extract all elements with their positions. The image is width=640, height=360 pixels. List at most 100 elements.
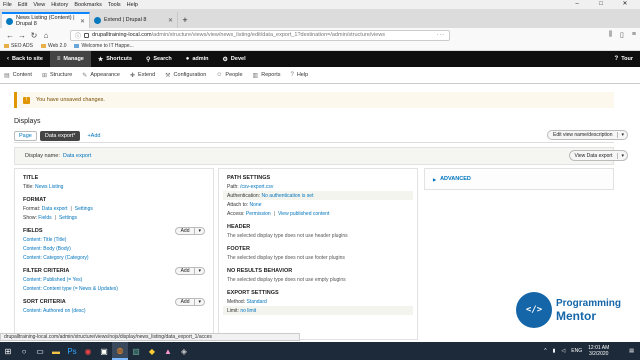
menu-bookmarks[interactable]: Bookmarks — [74, 2, 102, 8]
close-tab-icon[interactable]: ✕ — [80, 18, 85, 25]
maximize-icon[interactable]: □ — [592, 0, 610, 9]
info-icon[interactable]: ⓘ — [75, 31, 81, 40]
chevron-down-icon[interactable]: ▾ — [617, 152, 627, 159]
shortcuts-button[interactable]: ★ Shortcuts — [91, 51, 139, 67]
limit-link[interactable]: no limit — [240, 308, 256, 314]
reload-icon[interactable]: ↻ — [28, 31, 40, 40]
file-explorer-icon[interactable]: ▬ — [48, 342, 64, 360]
user-button[interactable]: ● admin — [179, 51, 216, 67]
view-data-export-button[interactable]: View Data export ▾ — [568, 150, 628, 161]
field-row: Content: Title (Title) — [23, 235, 205, 244]
display-tab-data-export[interactable]: Data export* — [39, 130, 81, 141]
bookmark-web-2[interactable]: Web 2.0 — [40, 43, 66, 49]
field-link[interactable]: Content: Body (Body) — [23, 246, 71, 252]
bookmark-seo-ads[interactable]: SEO ADS — [4, 43, 33, 49]
show-link[interactable]: Fields — [38, 215, 51, 221]
menu-reports[interactable]: ▥ Reports — [253, 72, 281, 79]
devel-button[interactable]: ⚙ Devel — [216, 51, 253, 67]
menu-configuration[interactable]: ⚒ Configuration — [165, 72, 206, 79]
no-results-empty-text: The selected display type does not use e… — [227, 276, 346, 283]
tour-button[interactable]: ? Tour — [608, 51, 640, 67]
menu-history[interactable]: History — [51, 2, 68, 8]
network-icon[interactable]: ▮ — [553, 348, 556, 354]
add-display-button[interactable]: + Add — [83, 130, 105, 141]
footer-section: FOOTER The selected display type does no… — [219, 244, 417, 262]
menu-structure[interactable]: ⊞ Structure — [42, 72, 72, 79]
menu-file[interactable]: File — [3, 2, 12, 8]
photoshop-icon[interactable]: Ps — [64, 342, 80, 360]
paintbrush-icon: ✎ — [82, 72, 88, 79]
notifications-icon[interactable]: ▤ — [629, 348, 634, 354]
menu-content[interactable]: ▤ Content — [4, 72, 32, 79]
add-filter-button[interactable]: Add ▾ — [174, 267, 205, 275]
volume-icon[interactable]: ◁ — [561, 348, 565, 354]
back-arrow-icon[interactable]: ← — [4, 31, 16, 40]
access-value-link[interactable]: View published content — [278, 211, 329, 217]
forward-arrow-icon[interactable]: → — [16, 31, 28, 40]
back-to-site-button[interactable]: ‹ Back to site — [0, 51, 50, 67]
app-icon[interactable]: ◈ — [176, 342, 192, 360]
display-name-value[interactable]: Data export — [63, 153, 91, 159]
format-settings-link[interactable]: Settings — [75, 206, 93, 212]
field-link[interactable]: Content: Title (Title) — [23, 237, 66, 243]
manage-button[interactable]: ≡ Manage — [49, 51, 91, 67]
show-settings-link[interactable]: Settings — [59, 215, 77, 221]
menu-extend[interactable]: ✚ Extend — [130, 72, 155, 79]
tray-up-arrow-icon[interactable]: ^ — [544, 348, 546, 354]
menu-help[interactable]: Help — [127, 2, 138, 8]
close-tab-icon[interactable]: ✕ — [168, 17, 173, 24]
add-fields-button[interactable]: Add ▾ — [174, 227, 205, 235]
edit-view-name-button[interactable]: Edit view name/description ▾ — [547, 130, 628, 140]
sidebar-icon[interactable]: ▯ — [620, 31, 624, 39]
filter-link[interactable]: Content: Published (= Yes) — [23, 277, 82, 283]
hamburger-menu-icon[interactable]: ≡ — [632, 31, 636, 39]
advanced-panel[interactable]: ▶ ADVANCED — [424, 168, 614, 190]
path-link[interactable]: /csv-export.csv — [240, 184, 273, 190]
app-icon[interactable]: ▧ — [128, 342, 144, 360]
access-permission-link[interactable]: Permission — [246, 211, 271, 217]
attach-link[interactable]: None — [250, 202, 262, 208]
url-bar[interactable]: ⓘ drupalltraining-local.com /admin/struc… — [70, 29, 450, 41]
display-tab-page[interactable]: Page — [14, 130, 37, 141]
firefox-icon[interactable]: ◍ — [112, 342, 128, 360]
store-icon[interactable]: ▣ — [96, 342, 112, 360]
title-link[interactable]: News Listing — [35, 184, 63, 190]
new-tab-plus-icon[interactable]: + — [178, 12, 192, 28]
add-sort-button[interactable]: Add ▾ — [174, 298, 205, 306]
chevron-down-icon[interactable]: ▾ — [194, 268, 204, 274]
search-button[interactable]: ⚲ Search — [139, 51, 179, 67]
home-icon[interactable]: ⌂ — [40, 31, 52, 40]
menu-edit[interactable]: Edit — [18, 2, 27, 8]
minimize-icon[interactable]: – — [568, 0, 586, 9]
menu-tools[interactable]: Tools — [108, 2, 121, 8]
browser-tab-extend[interactable]: Extend | Drupal 8 ✕ — [90, 12, 178, 28]
windows-start-icon[interactable]: ⊞ — [0, 342, 16, 360]
language-indicator[interactable]: ENG — [571, 348, 582, 354]
filter-link[interactable]: Content: Content type (= News & Updates) — [23, 286, 118, 292]
chevron-down-icon[interactable]: ▾ — [194, 228, 204, 234]
format-link[interactable]: Data export — [42, 206, 68, 212]
app-icon[interactable]: ◆ — [144, 342, 160, 360]
advanced-toggle[interactable]: ▶ ADVANCED — [425, 169, 613, 189]
browser-tab-news-listing[interactable]: News Listing (Content) | Drupal 8 ✕ — [2, 12, 90, 28]
app-icon[interactable]: ◉ — [80, 342, 96, 360]
clock[interactable]: 12:01 AM 3/2/2020 — [588, 345, 615, 357]
bookmark-welcome[interactable]: Welcome to IT Happe... — [74, 43, 134, 49]
library-icon[interactable]: ⫼ — [609, 31, 612, 39]
chevron-down-icon[interactable]: ▾ — [194, 299, 204, 305]
app-icon[interactable]: ▲ — [160, 342, 176, 360]
chevron-down-icon[interactable]: ▾ — [617, 132, 627, 138]
close-window-icon[interactable]: ✕ — [616, 0, 634, 9]
method-link[interactable]: Standard — [246, 299, 266, 305]
auth-link[interactable]: No authentication is set — [261, 193, 313, 199]
field-link[interactable]: Content: Category (Category) — [23, 255, 89, 261]
menu-help[interactable]: ? Help — [290, 72, 308, 78]
separator: | — [70, 205, 72, 212]
search-icon[interactable]: ○ — [16, 342, 32, 360]
menu-view[interactable]: View — [33, 2, 45, 8]
menu-people[interactable]: ☺ People — [216, 72, 242, 78]
menu-appearance[interactable]: ✎ Appearance — [82, 72, 120, 79]
page-actions-icon[interactable]: ··· — [437, 32, 446, 38]
task-view-icon[interactable]: ▭ — [32, 342, 48, 360]
sort-link[interactable]: Content: Authored on (desc) — [23, 308, 86, 314]
